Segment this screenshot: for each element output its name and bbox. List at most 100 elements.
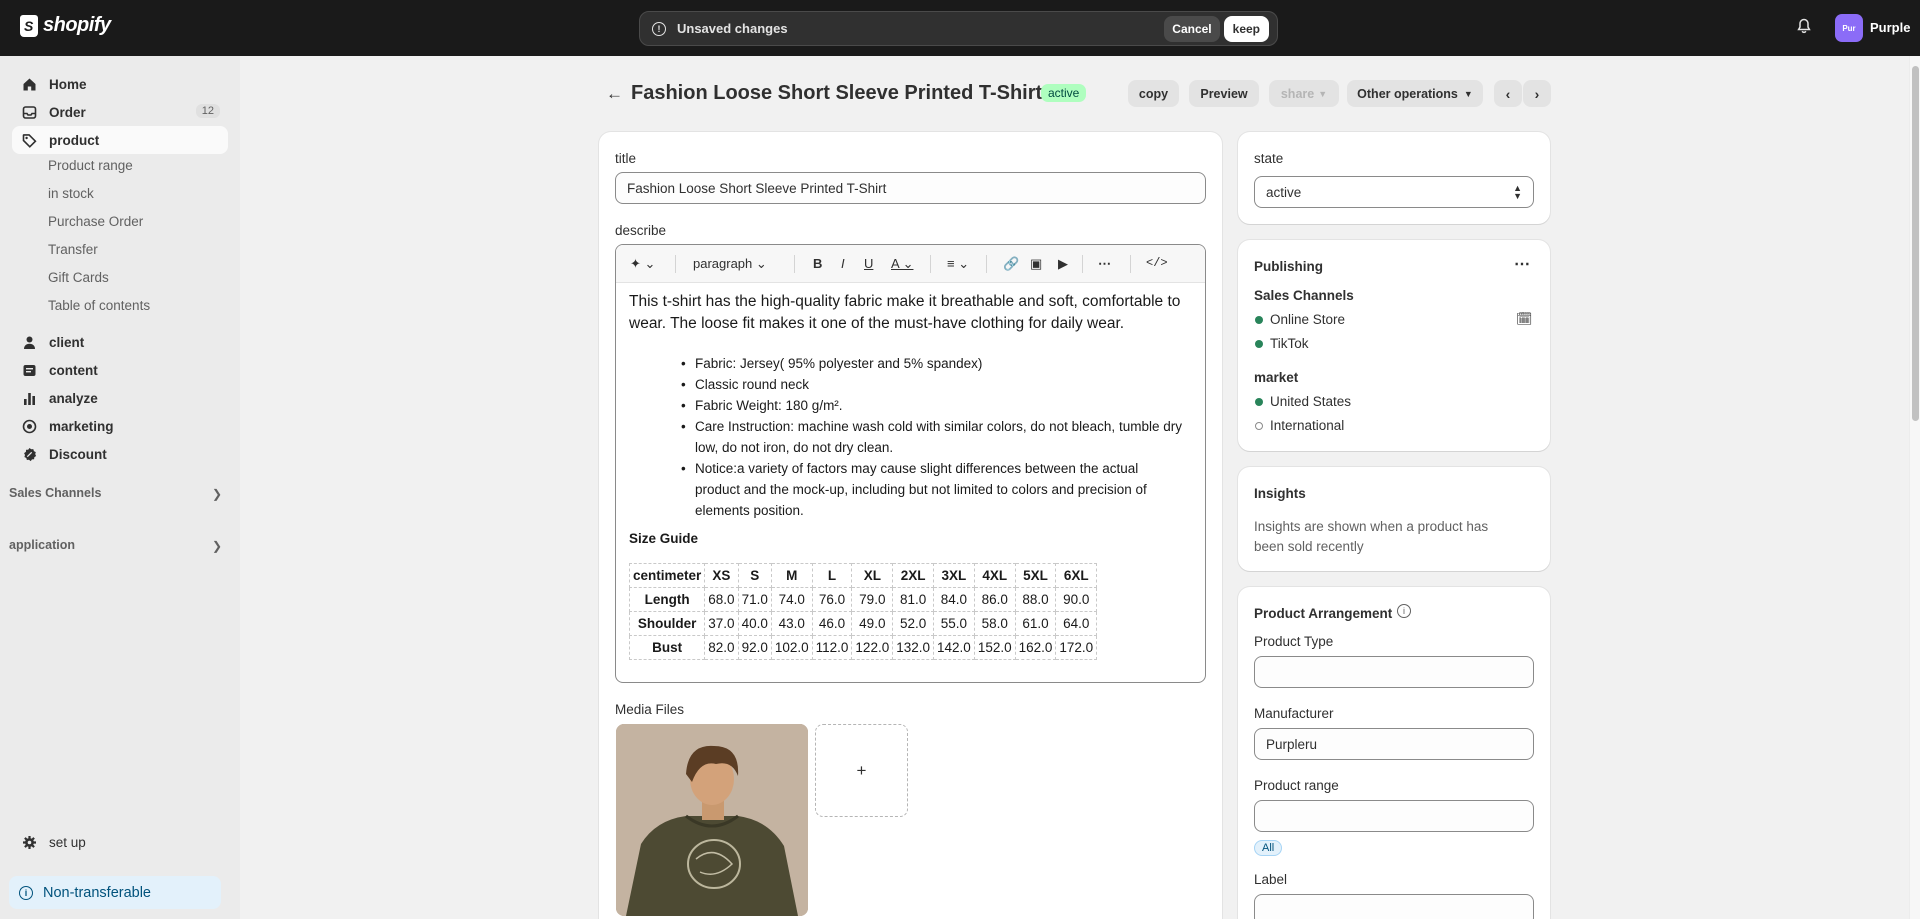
product-image[interactable] bbox=[616, 724, 808, 916]
manufacturer-input[interactable]: Purpleru bbox=[1254, 728, 1534, 760]
label-input[interactable] bbox=[1254, 894, 1534, 919]
share-button[interactable]: share ▼ bbox=[1269, 80, 1339, 107]
product-type-input[interactable] bbox=[1254, 656, 1534, 688]
copy-button[interactable]: copy bbox=[1128, 80, 1179, 107]
page-scrollbar[interactable] bbox=[1909, 56, 1920, 919]
table-header-row: centimeter XS S M L XL 2XL 3XL 4XL 5XL 6… bbox=[628, 563, 1098, 588]
sidebar-subitem-in-stock[interactable]: in stock bbox=[48, 186, 94, 201]
add-media-button[interactable]: + bbox=[815, 724, 908, 817]
sidebar-subitem-gift-cards[interactable]: Gift Cards bbox=[48, 270, 109, 285]
sidebar: Home Order 12 product Product range in s… bbox=[0, 56, 240, 919]
sidebar-item-label: set up bbox=[49, 834, 86, 850]
back-arrow-icon[interactable]: ← bbox=[606, 84, 623, 104]
underline-icon[interactable]: U bbox=[864, 256, 873, 271]
more-options-icon[interactable]: ⋯ bbox=[1514, 254, 1530, 274]
sidebar-item-client[interactable]: client bbox=[12, 328, 228, 356]
table-cell: 152.0 bbox=[973, 635, 1016, 660]
sidebar-item-analyze[interactable]: analyze bbox=[12, 384, 228, 412]
chevron-right-icon[interactable]: ❯ bbox=[212, 539, 222, 553]
table-cell: Shoulder bbox=[628, 611, 706, 636]
list-item: Notice:a variety of factors may cause sl… bbox=[681, 458, 1185, 521]
sidebar-item-product[interactable]: product bbox=[12, 126, 228, 154]
product-arrangement-heading: Product Arrangement bbox=[1254, 606, 1393, 621]
sidebar-subitem-product-range[interactable]: Product range bbox=[48, 158, 133, 173]
previous-product-button[interactable]: ‹ bbox=[1494, 80, 1522, 107]
content-icon bbox=[22, 363, 37, 378]
shopify-logo[interactable]: shopify bbox=[20, 14, 111, 37]
sidebar-subitem-transfer[interactable]: Transfer bbox=[48, 242, 98, 257]
video-icon[interactable]: ▶ bbox=[1058, 256, 1068, 272]
chevron-right-icon: › bbox=[1534, 85, 1540, 102]
table-cell: 92.0 bbox=[737, 635, 772, 660]
bold-icon[interactable]: B bbox=[813, 256, 822, 271]
info-icon: ! bbox=[652, 21, 666, 36]
sidebar-item-settings[interactable]: set up bbox=[12, 828, 228, 856]
application-heading[interactable]: application bbox=[9, 538, 75, 552]
table-header: M bbox=[770, 563, 813, 588]
state-select[interactable]: active ▲ ▼ bbox=[1254, 176, 1534, 208]
description-editor[interactable]: ✦ ⌄ paragraph ⌄ B I U A ⌄ ≡ ⌄ 🔗 ▣ ▶ ⋯ </… bbox=[615, 244, 1206, 683]
unsaved-changes-bar: ! Unsaved changes Cancel keep bbox=[639, 11, 1278, 46]
italic-icon[interactable]: I bbox=[841, 256, 845, 271]
calendar-schedule-icon[interactable]: 🗓 bbox=[1516, 311, 1533, 327]
code-view-icon[interactable]: </> bbox=[1146, 256, 1168, 270]
title-input[interactable]: Fashion Loose Short Sleeve Printed T-Shi… bbox=[615, 172, 1206, 204]
product-range-input[interactable] bbox=[1254, 800, 1534, 832]
non-transferable-banner[interactable]: i Non-transferable bbox=[9, 876, 221, 909]
table-header: 4XL bbox=[973, 563, 1016, 588]
sidebar-item-content[interactable]: content bbox=[12, 356, 228, 384]
sidebar-item-home[interactable]: Home bbox=[12, 70, 228, 98]
table-cell: 88.0 bbox=[1014, 587, 1057, 612]
align-icon[interactable]: ≡ ⌄ bbox=[947, 256, 969, 272]
sidebar-subitem-table-of-contents[interactable]: Table of contents bbox=[48, 298, 150, 313]
target-icon bbox=[22, 419, 37, 434]
status-dot bbox=[1255, 316, 1263, 324]
sidebar-subitem-purchase-order[interactable]: Purchase Order bbox=[48, 214, 143, 229]
description-bullets: Fabric: Jersey( 95% polyester and 5% spa… bbox=[681, 353, 1185, 521]
chevron-right-icon[interactable]: ❯ bbox=[212, 487, 222, 501]
other-operations-button[interactable]: Other operations ▼ bbox=[1347, 80, 1483, 107]
editor-content[interactable]: This t-shirt has the high-quality fabric… bbox=[628, 291, 1199, 660]
table-header: S bbox=[737, 563, 772, 588]
image-icon[interactable]: ▣ bbox=[1030, 256, 1042, 272]
sidebar-item-marketing[interactable]: marketing bbox=[12, 412, 228, 440]
sidebar-item-order[interactable]: Order 12 bbox=[12, 98, 228, 126]
toolbar-divider bbox=[1130, 255, 1131, 273]
status-dot bbox=[1255, 340, 1263, 348]
sales-channels-heading[interactable]: Sales Channels bbox=[9, 486, 101, 500]
scrollbar-thumb[interactable] bbox=[1912, 66, 1919, 421]
link-icon[interactable]: 🔗 bbox=[1003, 256, 1019, 272]
status-dot bbox=[1255, 398, 1263, 406]
all-chip[interactable]: All bbox=[1254, 840, 1283, 856]
share-label: share bbox=[1280, 86, 1315, 101]
unsaved-message: Unsaved changes bbox=[677, 21, 788, 36]
keep-button[interactable]: keep bbox=[1223, 15, 1269, 42]
table-header: XS bbox=[704, 563, 739, 588]
table-header: centimeter bbox=[628, 563, 706, 588]
sidebar-item-label: client bbox=[49, 334, 85, 350]
text-color-icon[interactable]: A ⌄ bbox=[891, 256, 913, 272]
bell-icon[interactable] bbox=[1797, 18, 1811, 34]
magic-icon[interactable]: ✦ ⌄ bbox=[630, 256, 655, 272]
table-cell: 71.0 bbox=[737, 587, 772, 612]
more-icon[interactable]: ⋯ bbox=[1098, 256, 1111, 272]
cancel-button[interactable]: Cancel bbox=[1164, 15, 1220, 42]
table-header: 6XL bbox=[1055, 563, 1098, 588]
sidebar-item-discount[interactable]: Discount bbox=[12, 440, 228, 468]
t-shirt-model-image bbox=[616, 724, 808, 916]
sidebar-item-label: product bbox=[49, 132, 100, 148]
channel-online-store: Online Store bbox=[1270, 312, 1346, 327]
market-heading: market bbox=[1254, 370, 1299, 385]
table-cell: 162.0 bbox=[1014, 635, 1057, 660]
description-intro: This t-shirt has the high-quality fabric… bbox=[629, 293, 1181, 332]
info-icon[interactable]: i bbox=[1397, 604, 1411, 618]
store-name[interactable]: Purple bbox=[1870, 20, 1910, 35]
tag-icon bbox=[22, 133, 37, 148]
table-row: Length 68.0 71.0 74.0 76.0 79.0 81.0 84.… bbox=[628, 587, 1098, 612]
paragraph-select[interactable]: paragraph ⌄ bbox=[693, 256, 767, 272]
editor-toolbar: ✦ ⌄ paragraph ⌄ B I U A ⌄ ≡ ⌄ 🔗 ▣ ▶ ⋯ </… bbox=[616, 245, 1205, 283]
avatar[interactable]: Pur bbox=[1835, 14, 1863, 42]
next-product-button[interactable]: › bbox=[1523, 80, 1551, 107]
preview-button[interactable]: Preview bbox=[1189, 80, 1259, 107]
order-count-badge: 12 bbox=[195, 104, 220, 118]
